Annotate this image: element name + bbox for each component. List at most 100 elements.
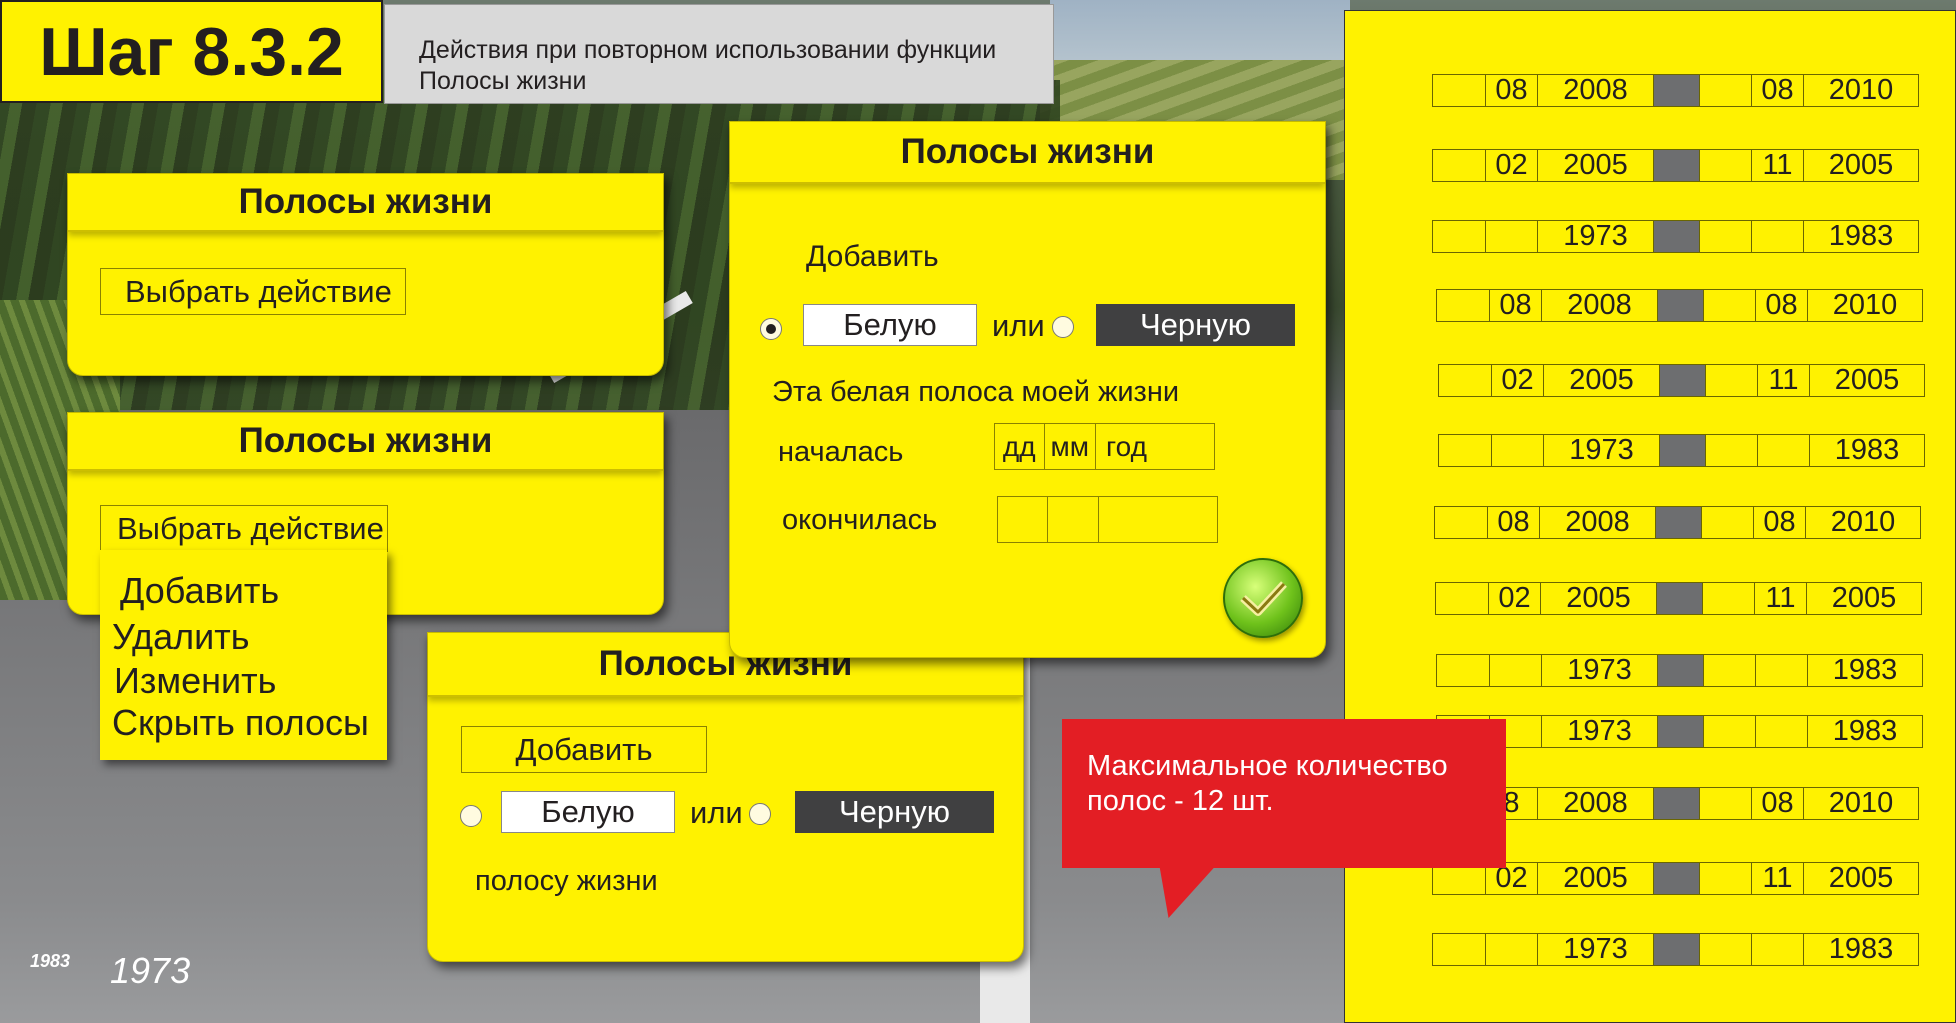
select-action-button[interactable]: Выбрать действие xyxy=(100,268,406,315)
stripe-end-year: 1983 xyxy=(1807,715,1923,748)
stripe-cell-empty xyxy=(1438,434,1491,467)
max-stripes-tooltip: Максимальное количество полос - 12 шт. xyxy=(1062,719,1506,868)
stripe-start-month xyxy=(1491,434,1543,467)
stripe-cell-empty xyxy=(1432,933,1485,966)
stripe-cell-empty xyxy=(1699,74,1751,107)
black-option[interactable]: Черную xyxy=(795,791,994,833)
stripe-end-month: 11 xyxy=(1757,364,1809,397)
stripe-end-year: 1983 xyxy=(1807,654,1923,687)
white-radio-selected[interactable] xyxy=(760,318,782,340)
stripe-cell-empty xyxy=(1436,654,1489,687)
stripe-end-month: 11 xyxy=(1754,582,1806,615)
end-year-field[interactable] xyxy=(1099,497,1217,542)
stripe-cell-empty xyxy=(1702,582,1754,615)
black-option[interactable]: Черную xyxy=(1096,304,1295,346)
stripe-separator xyxy=(1653,862,1699,895)
add-button[interactable]: Добавить xyxy=(461,726,707,773)
stripe-start-month: 08 xyxy=(1485,74,1537,107)
stripe-cell-empty xyxy=(1699,149,1751,182)
menu-item-edit[interactable]: Изменить xyxy=(114,660,276,702)
tooltip-line: Максимальное количество xyxy=(1087,750,1448,782)
stripe-cell-empty xyxy=(1432,74,1485,107)
white-option[interactable]: Белую xyxy=(501,791,675,833)
description-line: Действия при повторном использовании фун… xyxy=(419,36,997,64)
stripe-row[interactable]: 1973 1983 xyxy=(1436,654,1923,687)
stripe-start-year: 1973 xyxy=(1541,715,1657,748)
started-label: началась xyxy=(778,436,904,468)
stripe-separator xyxy=(1653,74,1699,107)
confirm-check-icon[interactable] xyxy=(1223,558,1303,638)
stripe-cell-empty xyxy=(1699,220,1751,253)
stripe-start-year: 2005 xyxy=(1540,582,1656,615)
checkmark-icon xyxy=(1240,581,1287,616)
stripe-separator xyxy=(1659,364,1705,397)
lifelines-panel-1: Полосы жизни Выбрать действие xyxy=(67,173,664,376)
stripe-row[interactable]: 1973 1983 xyxy=(1438,434,1925,467)
stripe-start-year: 1973 xyxy=(1537,220,1653,253)
stripe-row[interactable]: 08 2008 08 2010 xyxy=(1432,74,1919,107)
stripe-cell-empty xyxy=(1699,933,1751,966)
stripe-row[interactable]: 08 2008 08 2010 xyxy=(1436,289,1923,322)
start-month-field[interactable]: мм xyxy=(1045,424,1097,469)
stripe-end-year: 2005 xyxy=(1809,364,1925,397)
action-menu: Добавить Удалить Изменить Скрыть полосы xyxy=(100,550,387,760)
menu-item-hide[interactable]: Скрыть полосы xyxy=(112,702,369,744)
stripe-end-year: 2010 xyxy=(1803,787,1919,820)
stripe-cell-empty xyxy=(1701,506,1753,539)
stripe-start-month xyxy=(1489,654,1541,687)
start-year-field[interactable]: год xyxy=(1096,424,1214,469)
add-label: Добавить xyxy=(806,240,939,273)
stripe-cell-empty xyxy=(1705,434,1757,467)
black-radio[interactable] xyxy=(1052,316,1074,338)
stripe-row[interactable]: 02 2005 11 2005 xyxy=(1432,149,1919,182)
step-title: Шаг 8.3.2 xyxy=(0,0,383,103)
stripe-row[interactable]: 1973 1983 xyxy=(1436,715,1923,748)
end-date-input[interactable] xyxy=(997,496,1218,543)
ended-label: окончилась xyxy=(782,504,938,536)
stripe-separator xyxy=(1657,715,1703,748)
stripe-start-month xyxy=(1485,933,1537,966)
stripe-cell-empty xyxy=(1703,715,1755,748)
end-month-field[interactable] xyxy=(1048,497,1100,542)
stripe-separator xyxy=(1657,289,1703,322)
stripe-end-year: 1983 xyxy=(1809,434,1925,467)
stripe-end-month: 11 xyxy=(1751,862,1803,895)
step-description: Действия при повторном использовании фун… xyxy=(384,4,1054,104)
black-radio[interactable] xyxy=(749,803,771,825)
stripe-start-year: 2005 xyxy=(1537,862,1653,895)
stripe-end-year: 2005 xyxy=(1803,862,1919,895)
stripe-cell-empty xyxy=(1703,289,1755,322)
stripe-separator xyxy=(1653,933,1699,966)
stripe-row[interactable]: 1973 1983 xyxy=(1432,933,1919,966)
stripe-separator xyxy=(1655,506,1701,539)
stripe-start-year: 1973 xyxy=(1543,434,1659,467)
stripe-cell-empty xyxy=(1435,582,1488,615)
stripe-start-month: 08 xyxy=(1489,289,1541,322)
stripe-end-year: 2010 xyxy=(1805,506,1921,539)
stripe-cell-empty xyxy=(1432,220,1485,253)
menu-item-add[interactable]: Добавить xyxy=(120,570,279,612)
white-radio[interactable] xyxy=(460,805,482,827)
stripe-separator xyxy=(1656,582,1702,615)
stripe-row[interactable]: 08 2008 08 2010 xyxy=(1434,506,1921,539)
stripe-end-year: 2005 xyxy=(1806,582,1922,615)
stripe-row[interactable]: 02 2005 11 2005 xyxy=(1435,582,1922,615)
stripe-end-month xyxy=(1755,715,1807,748)
stripe-row[interactable]: 02 2005 11 2005 xyxy=(1438,364,1925,397)
panel-title: Полосы жизни xyxy=(68,413,663,471)
stripe-end-month xyxy=(1751,933,1803,966)
stripe-start-year: 2005 xyxy=(1543,364,1659,397)
stripe-separator xyxy=(1653,149,1699,182)
stripe-start-year: 1973 xyxy=(1541,654,1657,687)
stripe-start-month xyxy=(1485,220,1537,253)
start-day-field[interactable]: дд xyxy=(995,424,1045,469)
start-date-input[interactable]: дд мм год xyxy=(994,423,1215,470)
menu-item-delete[interactable]: Удалить xyxy=(112,616,249,658)
stripe-separator xyxy=(1659,434,1705,467)
stripe-start-month: 02 xyxy=(1491,364,1543,397)
end-day-field[interactable] xyxy=(998,497,1048,542)
select-action-dropdown[interactable]: Выбрать действие xyxy=(100,505,388,552)
stripe-row[interactable]: 1973 1983 xyxy=(1432,220,1919,253)
lifelines-panel-3: Полосы жизни Добавить Белую или Черную п… xyxy=(427,632,1024,962)
white-option[interactable]: Белую xyxy=(803,304,977,346)
